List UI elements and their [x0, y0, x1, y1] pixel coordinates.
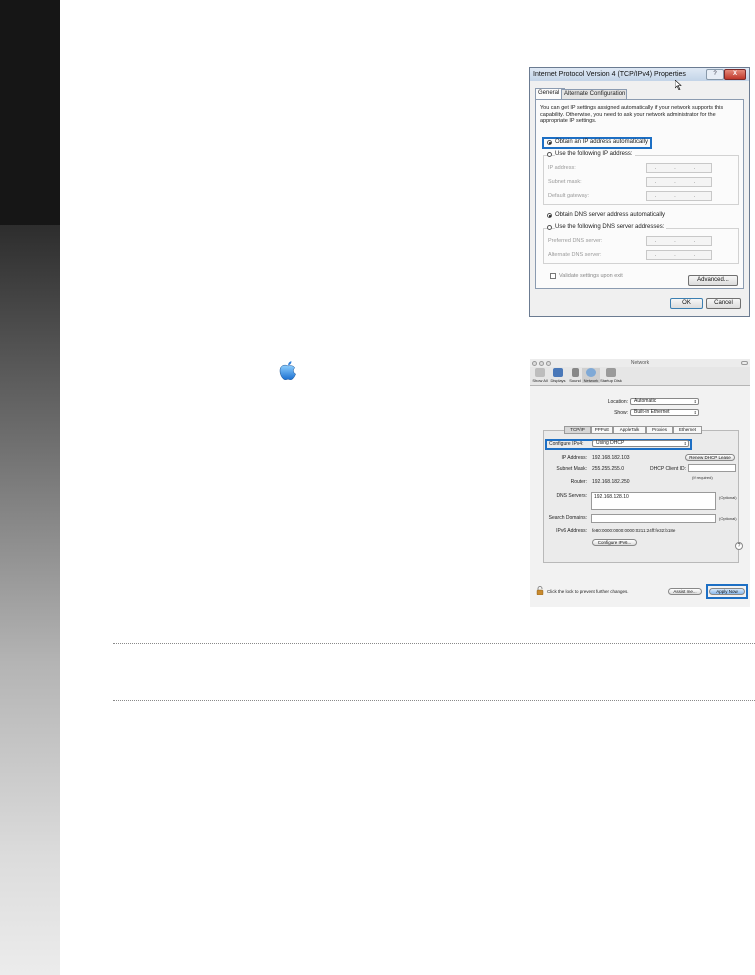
preferred-dns-label: Preferred DNS server:	[548, 238, 603, 244]
dns-servers-label: DNS Servers:	[556, 493, 587, 499]
ip-address-field[interactable]: . . .	[646, 163, 712, 173]
ok-button[interactable]: OK	[670, 298, 703, 309]
mac-network-dialog: Network Show All Displays Sound Network …	[530, 359, 750, 607]
configure-ipv4-label: Configure IPv4:	[549, 441, 584, 447]
radio-use-following-ip[interactable]	[547, 152, 552, 157]
assist-me-button[interactable]: Assist me...	[668, 588, 702, 595]
tab-tcpip[interactable]: TCP/IP	[564, 426, 591, 434]
router-value: 192.168.182.250	[592, 479, 630, 485]
toolbar-label: Displays	[550, 378, 566, 383]
alternate-dns-label: Alternate DNS server:	[548, 252, 602, 258]
renew-dhcp-lease-button[interactable]: Renew DHCP Lease	[685, 454, 735, 461]
toolbar-label: Network	[583, 378, 599, 383]
toolbar-toggle-button[interactable]	[741, 361, 748, 365]
ipv6-address-label: IPv6 Address:	[556, 528, 587, 534]
tab-proxies[interactable]: Proxies	[646, 426, 673, 434]
ip-address-value: 192.168.182.103	[592, 455, 630, 461]
toolbar-network[interactable]: Network	[582, 368, 600, 383]
show-label: Show:	[614, 410, 628, 416]
configure-ipv6-button[interactable]: Configure IPv6...	[592, 539, 637, 546]
obtain-ip-auto-label: Obtain an IP address automatically	[555, 139, 648, 145]
preferred-dns-field[interactable]: . . .	[646, 236, 712, 246]
ip-address-label: IP Address:	[561, 455, 587, 461]
mac-window-title: Network	[630, 360, 650, 366]
use-following-ip-label: Use the following IP address:	[555, 151, 635, 157]
subnet-mask-label: Subnet Mask:	[556, 466, 587, 472]
tab-appletalk[interactable]: AppleTalk	[613, 426, 646, 434]
popup-arrows-icon: ⇕	[693, 399, 697, 404]
tab-pppoe[interactable]: PPPoE	[591, 426, 613, 434]
dns-servers-field[interactable]: 192.168.128.10	[591, 492, 716, 510]
sound-icon	[571, 368, 579, 377]
popup-arrows-icon: ⇕	[683, 441, 687, 446]
show-popup[interactable]: Built-in Ethernet ⇕	[630, 409, 699, 416]
obtain-dns-auto-label: Obtain DNS server address automatically	[555, 212, 666, 218]
dialog-description: You can get IP settings assigned automat…	[540, 105, 724, 124]
apple-logo-icon	[279, 361, 296, 380]
dialog-titlebar: Internet Protocol Version 4 (TCP/IPv4) P…	[530, 68, 749, 81]
radio-obtain-dns-auto[interactable]	[547, 213, 552, 218]
cursor-icon	[675, 80, 682, 90]
radio-obtain-ip-auto[interactable]	[547, 140, 552, 145]
alternate-dns-field[interactable]: . . .	[646, 250, 712, 260]
dialog-title: Internet Protocol Version 4 (TCP/IPv4) P…	[533, 71, 686, 78]
page-sidebar-dark-block	[0, 0, 60, 225]
dotted-separator-top	[113, 643, 755, 644]
ip-address-label: IP address:	[548, 165, 576, 171]
subnet-mask-field[interactable]: . . .	[646, 177, 712, 187]
location-popup[interactable]: Automatic ⇕	[630, 398, 699, 405]
toolbar-startup-disk[interactable]: Startup Disk	[600, 368, 622, 383]
subnet-mask-label: Subnet mask:	[548, 179, 582, 185]
if-required-note: (If required)	[692, 475, 713, 480]
validate-checkbox[interactable]	[550, 273, 556, 279]
location-value: Automatic	[634, 398, 657, 404]
search-domains-field[interactable]	[591, 514, 716, 523]
router-label: Router:	[570, 479, 587, 485]
apply-now-button[interactable]: Apply Now	[709, 588, 745, 595]
configure-ipv4-popup[interactable]: Using DHCP ⇕	[592, 440, 689, 447]
dhcp-client-id-field[interactable]	[688, 464, 736, 472]
cancel-button[interactable]: Cancel	[706, 298, 741, 309]
radio-use-following-dns[interactable]	[547, 225, 552, 230]
show-all-icon	[535, 368, 545, 377]
windows-tcpip-dialog: Internet Protocol Version 4 (TCP/IPv4) P…	[529, 67, 750, 317]
show-value: Built-in Ethernet	[634, 409, 670, 415]
displays-icon	[553, 368, 563, 377]
lock-icon[interactable]	[536, 586, 544, 595]
toolbar-show-all[interactable]: Show All	[531, 368, 549, 383]
close-button[interactable]: X	[724, 69, 746, 80]
configure-ipv4-value: Using DHCP	[596, 440, 625, 446]
advanced-button[interactable]: Advanced...	[688, 275, 738, 286]
default-gateway-field[interactable]: . . .	[646, 191, 712, 201]
mac-toolbar: Show All Displays Sound Network Startup …	[530, 367, 750, 386]
mac-titlebar: Network	[530, 359, 750, 367]
popup-arrows-icon: ⇕	[693, 410, 697, 415]
ipv6-address-value: fe80:0000:0000:0000:0211:24ff:fe32:b18e	[592, 528, 676, 533]
dhcp-client-id-label: DHCP Client ID:	[650, 466, 687, 472]
network-globe-icon	[586, 368, 596, 377]
dotted-separator-bottom	[113, 700, 755, 701]
help-button[interactable]: ?	[706, 69, 724, 80]
use-following-dns-label: Use the following DNS server addresses:	[555, 224, 667, 230]
tab-alternate-configuration[interactable]: Alternate Configuration	[561, 89, 627, 99]
startup-disk-icon	[606, 368, 616, 377]
tab-ethernet[interactable]: Ethernet	[673, 426, 702, 434]
toolbar-displays[interactable]: Displays	[549, 368, 567, 383]
search-domains-label: Search Domains:	[548, 515, 587, 521]
validate-label: Validate settings upon exit	[559, 273, 623, 279]
default-gateway-label: Default gateway:	[548, 193, 589, 199]
subnet-mask-value: 255.255.255.0	[592, 466, 624, 472]
location-label: Location:	[607, 399, 628, 405]
toolbar-label: Show All	[532, 378, 548, 383]
toolbar-label: Startup Disk	[600, 378, 622, 383]
lock-message: Click the lock to prevent further change…	[547, 589, 629, 594]
search-optional-note: (Optional)	[719, 516, 737, 521]
help-button[interactable]: ?	[735, 542, 743, 550]
dns-optional-note: (Optional)	[719, 495, 737, 500]
